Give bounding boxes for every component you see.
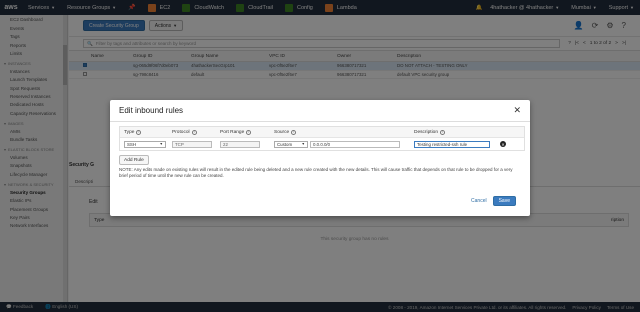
dialog-body: Type i Protocol i Port Range i Source i Desc… xyxy=(110,122,530,178)
source-cidr-input[interactable]: 0.0.0.0/0 xyxy=(310,140,400,148)
dialog-title: Edit inbound rules xyxy=(119,106,184,115)
cancel-button[interactable]: Cancel xyxy=(471,198,487,204)
rules-header: Type i Protocol i Port Range i Source i Desc… xyxy=(120,127,524,138)
chevron-down-icon: ▼ xyxy=(159,142,163,146)
port-label: Port Range xyxy=(220,129,245,135)
dialog-header: Edit inbound rules ✕ xyxy=(110,100,530,122)
source-mode-select[interactable]: Custom ▼ xyxy=(274,140,308,148)
save-button[interactable]: Save xyxy=(492,196,516,206)
description-input[interactable]: Testing restricted-ssh rule xyxy=(414,140,490,148)
type-select[interactable]: SSH ▼ xyxy=(124,140,166,148)
description-label: Description xyxy=(414,129,438,135)
source-label: Source xyxy=(274,129,290,135)
dialog-footer: Cancel Save xyxy=(471,196,516,206)
protocol-input[interactable]: TCP xyxy=(172,140,212,148)
remove-rule-icon[interactable]: ✕ xyxy=(500,141,506,147)
info-icon[interactable]: i xyxy=(191,129,197,135)
info-icon[interactable]: i xyxy=(246,129,252,135)
protocol-label: Protocol xyxy=(172,129,190,135)
port-range-input[interactable]: 22 xyxy=(220,140,260,148)
add-rule-button[interactable]: Add Rule xyxy=(119,155,149,165)
chevron-down-icon: ▼ xyxy=(301,142,305,146)
rules-table: Type i Protocol i Port Range i Source i Desc… xyxy=(119,126,525,151)
info-icon[interactable]: i xyxy=(440,129,445,135)
info-icon[interactable]: i xyxy=(291,129,297,135)
type-label: Type xyxy=(124,129,135,135)
rule-row: SSH ▼ TCP 22 Custom ▼ 0.0.0.0/0 Testing re… xyxy=(120,138,524,150)
edit-note: NOTE: Any edits made on existing rules w… xyxy=(119,167,513,178)
close-icon[interactable]: ✕ xyxy=(513,105,521,116)
edit-inbound-rules-dialog: Edit inbound rules ✕ Type i Protocol i Por… xyxy=(110,100,530,216)
info-icon[interactable]: i xyxy=(136,129,142,135)
